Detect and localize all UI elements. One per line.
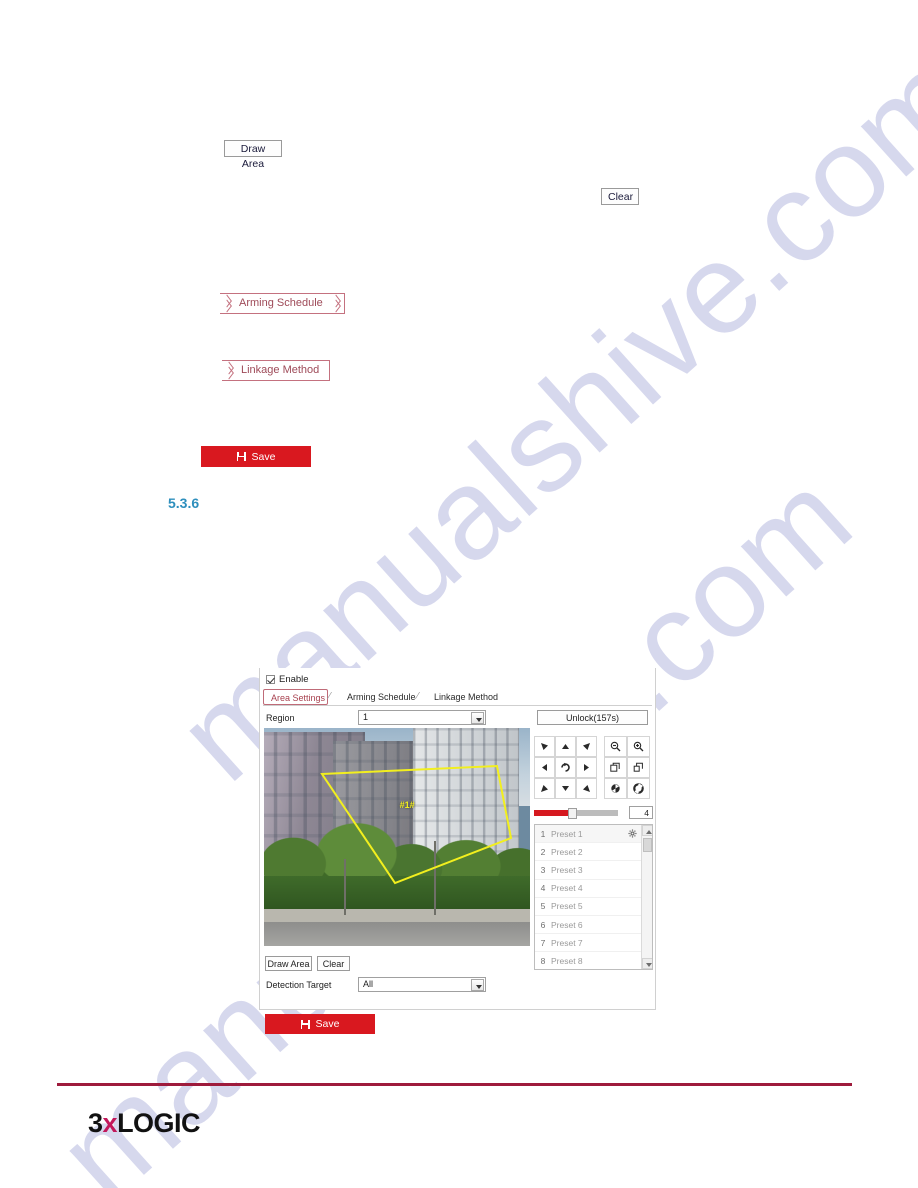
- ptz-direction-pad: [534, 736, 597, 799]
- preset-name: Preset 4: [551, 883, 583, 894]
- slider-fill: [534, 810, 572, 816]
- preset-row[interactable]: 3 Preset 3: [535, 861, 641, 880]
- preset-row[interactable]: 6 Preset 6: [535, 916, 641, 935]
- enable-checkbox-row[interactable]: Enable: [266, 674, 309, 685]
- tab-area-settings[interactable]: Area Settings: [263, 689, 328, 705]
- inline-linkage-method-label: Linkage Method: [241, 364, 320, 376]
- chevron-left-icon: [225, 362, 234, 379]
- preset-name: Preset 5: [551, 901, 583, 912]
- enable-label: Enable: [279, 674, 309, 685]
- unlock-button[interactable]: Unlock(157s): [537, 710, 648, 725]
- checkbox-checked-icon[interactable]: [266, 675, 275, 684]
- preset-row[interactable]: 1 Preset 1: [535, 825, 641, 844]
- section-number: 5.3.6: [168, 495, 200, 511]
- ptz-left-button[interactable]: [534, 757, 555, 778]
- logo-text-3: 3: [88, 1108, 103, 1138]
- inline-arming-schedule-tab[interactable]: Arming Schedule: [220, 293, 345, 314]
- detection-target-select[interactable]: All: [358, 977, 486, 992]
- inline-linkage-method-tab[interactable]: Linkage Method: [222, 360, 330, 381]
- save-button-label: Save: [315, 1018, 340, 1030]
- region-select[interactable]: 1: [358, 710, 486, 725]
- logo-text-x: x: [102, 1108, 118, 1138]
- document-page: Draw Area Clear Arming Schedule Linkage …: [0, 0, 918, 1188]
- preset-index: 8: [540, 955, 546, 966]
- preset-index: 4: [540, 883, 546, 894]
- ptz-control-panel: 4 1 Preset 1 2 Preset 2 3 Preset 3 4 Pre…: [534, 728, 653, 970]
- tab-separator-icon: ⁄: [417, 691, 419, 702]
- camera-config-screenshot: Enable Area Settings ⁄ Arming Schedule ⁄…: [259, 668, 656, 1034]
- chevron-right-icon: [332, 295, 341, 312]
- ptz-speed-value[interactable]: 4: [629, 806, 653, 819]
- preset-row[interactable]: 7 Preset 7: [535, 934, 641, 953]
- tab-separator-icon: ⁄: [329, 691, 331, 702]
- scrollbar-thumb[interactable]: [643, 838, 652, 852]
- inline-clear-button[interactable]: Clear: [601, 188, 639, 205]
- preset-index: 7: [540, 937, 546, 948]
- preset-name: Preset 6: [551, 919, 583, 930]
- preset-index: 3: [540, 864, 546, 875]
- gear-icon[interactable]: [628, 829, 637, 838]
- brand-logo: 3xLOGIC: [88, 1108, 201, 1139]
- inline-arming-schedule-label: Arming Schedule: [239, 297, 323, 309]
- scroll-down-arrow-icon[interactable]: [642, 958, 652, 969]
- ptz-speed-row: 4: [534, 806, 653, 820]
- preset-name: Preset 2: [551, 846, 583, 857]
- preset-index: 2: [540, 846, 546, 857]
- detection-target-value: All: [363, 979, 374, 989]
- roi-label: #1#: [399, 799, 415, 810]
- zoom-out-button[interactable]: [604, 736, 627, 757]
- ptz-up-right-button[interactable]: [576, 736, 597, 757]
- detection-target-label: Detection Target: [266, 980, 332, 990]
- logo-text-logic: LOGIC: [117, 1108, 201, 1138]
- draw-area-button[interactable]: Draw Area: [265, 956, 312, 971]
- preset-index: 6: [540, 919, 546, 930]
- ptz-down-right-button[interactable]: [576, 778, 597, 799]
- ptz-down-button[interactable]: [555, 778, 576, 799]
- ptz-speed-slider[interactable]: [534, 808, 618, 819]
- preset-row[interactable]: 2 Preset 2: [535, 843, 641, 862]
- ptz-zoom-focus-iris-pad: [604, 736, 650, 799]
- focus-far-button[interactable]: [627, 757, 650, 778]
- video-preview[interactable]: #1#: [264, 728, 530, 946]
- preset-name: Preset 3: [551, 864, 583, 875]
- floppy-disk-icon: [300, 1019, 310, 1029]
- preset-row[interactable]: 4 Preset 4: [535, 880, 641, 898]
- scroll-up-arrow-icon[interactable]: [642, 825, 652, 836]
- preset-index: 5: [540, 901, 546, 912]
- ptz-right-button[interactable]: [576, 757, 597, 778]
- inline-draw-area-button[interactable]: Draw Area: [224, 140, 282, 170]
- iris-close-button[interactable]: [604, 778, 627, 799]
- floppy-disk-icon: [236, 452, 246, 461]
- ptz-auto-scan-button[interactable]: [555, 757, 576, 778]
- ptz-up-button[interactable]: [555, 736, 576, 757]
- chevron-down-icon[interactable]: [471, 979, 484, 991]
- tab-linkage-method[interactable]: Linkage Method: [426, 689, 502, 705]
- preset-name: Preset 8: [551, 955, 583, 966]
- footer-divider: [57, 1083, 852, 1086]
- chevron-down-icon[interactable]: [471, 712, 484, 724]
- preset-row[interactable]: 8 Preset 8: [535, 952, 641, 969]
- ptz-up-left-button[interactable]: [534, 736, 555, 757]
- region-label: Region: [266, 713, 295, 723]
- preset-list-panel: 1 Preset 1 2 Preset 2 3 Preset 3 4 Prese…: [534, 824, 653, 970]
- ptz-down-left-button[interactable]: [534, 778, 555, 799]
- inline-save-button[interactable]: Save: [201, 446, 311, 467]
- focus-near-button[interactable]: [604, 757, 627, 778]
- preset-scrollbar[interactable]: [641, 825, 652, 969]
- chevron-left-icon: [223, 295, 232, 312]
- roi-polygon-overlay: [320, 764, 513, 885]
- zoom-in-button[interactable]: [627, 736, 650, 757]
- preset-name: Preset 7: [551, 937, 583, 948]
- iris-open-button[interactable]: [627, 778, 650, 799]
- slider-handle[interactable]: [568, 808, 578, 819]
- preset-list: 1 Preset 1 2 Preset 2 3 Preset 3 4 Prese…: [535, 825, 641, 969]
- clear-button[interactable]: Clear: [317, 956, 350, 971]
- preset-index: 1: [540, 828, 546, 839]
- save-button[interactable]: Save: [265, 1014, 375, 1034]
- region-select-value: 1: [363, 712, 369, 722]
- inline-save-label: Save: [251, 450, 276, 463]
- settings-tabbar: Area Settings ⁄ Arming Schedule ⁄ Linkag…: [263, 689, 652, 706]
- preset-row[interactable]: 5 Preset 5: [535, 898, 641, 916]
- tab-arming-schedule[interactable]: Arming Schedule: [339, 689, 418, 705]
